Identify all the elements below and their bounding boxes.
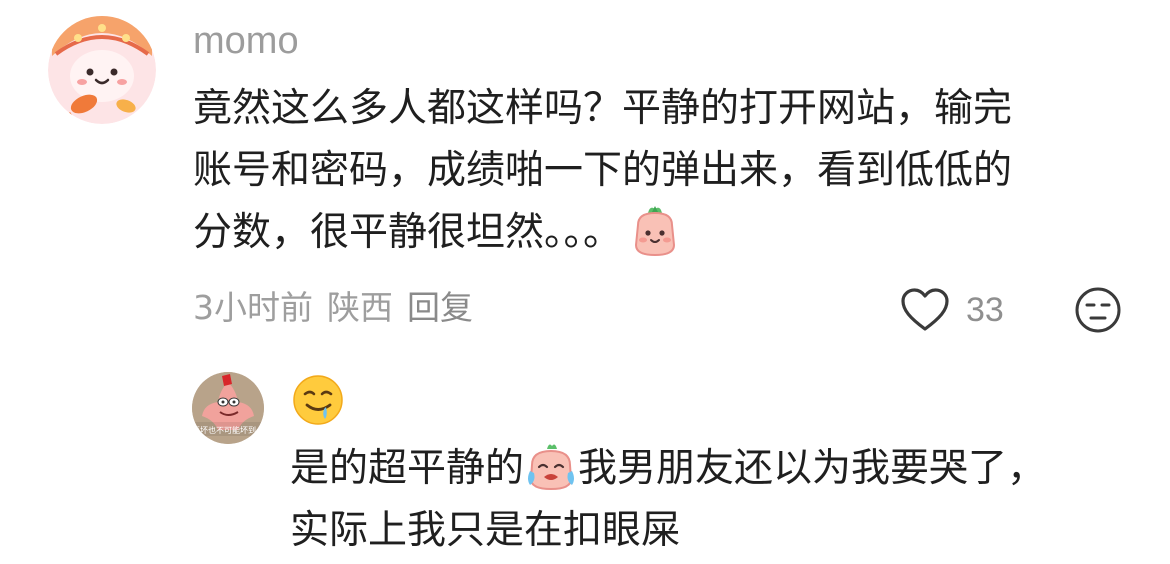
comment-location: 陕西 [327, 288, 393, 327]
avatar-caption: 再坏也不可能坏到… [192, 425, 264, 435]
comment-text-fragment: 分数，很平静很坦然。。。 [193, 210, 623, 255]
reply-text-line: 实际上我只是在扣眼屎 [290, 508, 681, 553]
username[interactable]: momo [193, 18, 299, 64]
like-button[interactable]: 33 [900, 287, 1004, 333]
like-count: 33 [966, 290, 1004, 329]
radish-crying-sticker-icon [524, 441, 578, 491]
reply-item: 再坏也不可能坏到… 是的超平静的 我男朋友还以为我要哭了， 实际上我只是在扣眼屎 [0, 360, 1170, 564]
radish-smile-sticker-icon [628, 203, 682, 257]
comment-time: 3小时前 [193, 288, 313, 327]
avatar[interactable]: 再坏也不可能坏到… [192, 372, 264, 444]
heart-outline-icon[interactable] [900, 287, 950, 333]
reply-button[interactable]: 回复 [407, 288, 473, 327]
reply-text-line: 是的超平静的 我男朋友还以为我要哭了， [290, 438, 1150, 500]
reply-text-fragment: 是的超平静的 [290, 446, 525, 491]
comment-text: 竟然这么多人都这样吗？平静的打开网站，输完 账号和密码，成绩啪一下的弹出来，看到… [193, 78, 1113, 264]
drooling-face-emoji-icon[interactable] [292, 374, 344, 426]
comment-item: momo 竟然这么多人都这样吗？平静的打开网站，输完 账号和密码，成绩啪一下的弹… [0, 0, 1170, 350]
comment-text-line: 账号和密码，成绩啪一下的弹出来，看到低低的 [193, 148, 1013, 193]
reply-text: 是的超平静的 我男朋友还以为我要哭了， 实际上我只是在扣眼屎 [290, 438, 1150, 562]
comment-text-line: 分数，很平静很坦然。。。 [193, 202, 1113, 264]
unimpressed-face-icon[interactable] [1074, 286, 1122, 334]
comment-meta: 3小时前 陕西 回复 [193, 286, 487, 330]
avatar[interactable] [48, 16, 156, 124]
reply-text-fragment: 我男朋友还以为我要哭了， [578, 446, 1047, 491]
comment-text-line: 竟然这么多人都这样吗？平静的打开网站，输完 [193, 86, 1013, 131]
